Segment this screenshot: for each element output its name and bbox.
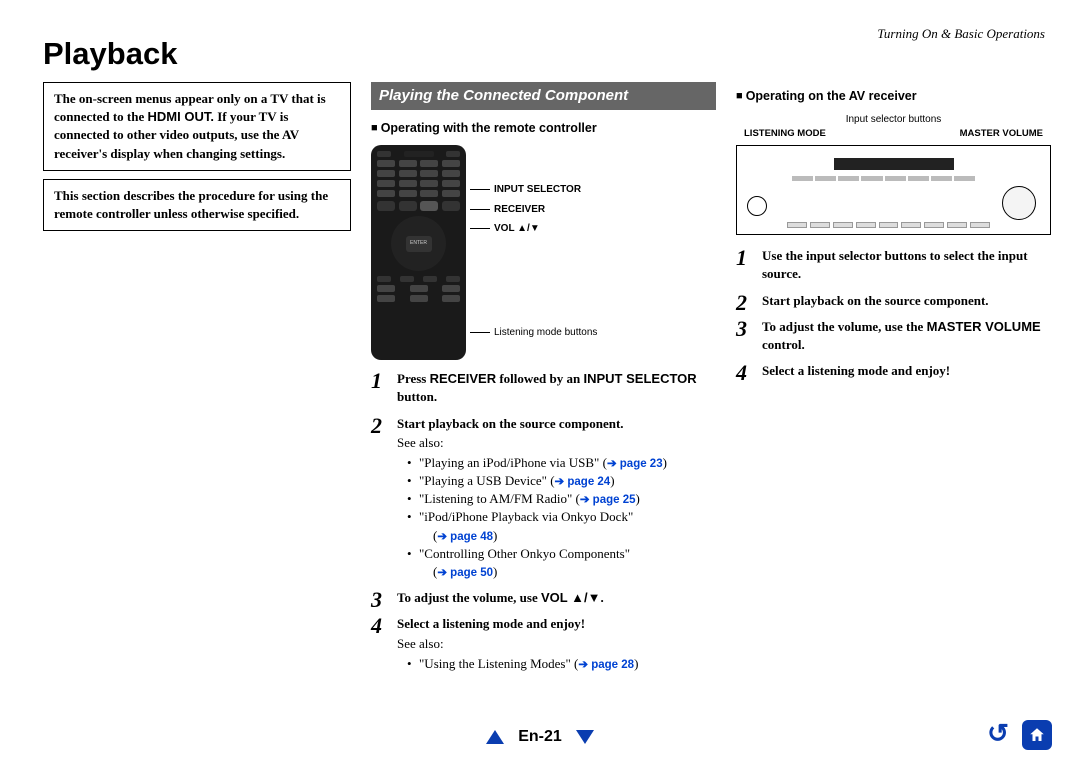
callout-listening-mode: Listening mode buttons	[476, 326, 597, 340]
step-3: To adjust the volume, use VOL ▲/▼.	[371, 589, 716, 607]
subhead-remote: Operating with the remote controller	[371, 120, 716, 137]
link-page-23[interactable]: ➔ page 23	[607, 458, 663, 470]
next-page-icon[interactable]	[576, 730, 594, 744]
subtitle-bar: Playing the Connected Component	[371, 82, 716, 110]
link-page-25[interactable]: ➔ page 25	[580, 494, 636, 506]
receiver-image	[736, 145, 1051, 235]
remote-callouts: INPUT SELECTOR RECEIVER VOL ▲/▼ Listenin…	[476, 145, 597, 339]
note2-text: This section describes the procedure for…	[54, 188, 328, 221]
subhead-receiver: Operating on the AV receiver	[736, 88, 1051, 105]
link-page-48[interactable]: ➔ page 48	[437, 531, 493, 543]
page-number: En-21	[518, 728, 562, 746]
back-icon[interactable]: ↺	[984, 720, 1012, 748]
page-footer: En-21	[0, 728, 1080, 746]
note1-hdmi: HDMI OUT.	[148, 109, 214, 124]
receiver-diagram: Input selector buttons LISTENING MODE MA…	[736, 113, 1051, 235]
rstep-2: Start playback on the source component.	[736, 292, 1051, 310]
diag-label-right: MASTER VOLUME	[960, 128, 1043, 141]
diag-label-left: LISTENING MODE	[744, 128, 826, 141]
prev-page-icon[interactable]	[486, 730, 504, 744]
rstep-1: Use the input selector buttons to select…	[736, 247, 1051, 283]
step-4: Select a listening mode and enjoy! See a…	[371, 615, 716, 673]
diag-label-top: Input selector buttons	[736, 113, 1051, 127]
section-header: Turning On & Basic Operations	[877, 26, 1045, 42]
note-box-2: This section describes the procedure for…	[43, 179, 351, 231]
remote-diagram: INPUT SELECTOR RECEIVER VOL ▲/▼ Listenin…	[371, 145, 716, 360]
rstep-3: To adjust the volume, use the MASTER VOL…	[736, 318, 1051, 354]
note-box-1: The on-screen menus appear only on a TV …	[43, 82, 351, 171]
column-remote: Playing the Connected Component Operatin…	[371, 82, 716, 681]
home-icon[interactable]	[1022, 720, 1052, 750]
steps-receiver: Use the input selector buttons to select…	[736, 247, 1051, 380]
link-page-28[interactable]: ➔ page 28	[578, 659, 634, 671]
link-page-50[interactable]: ➔ page 50	[437, 567, 493, 579]
step-1: Press RECEIVER followed by an INPUT SELE…	[371, 370, 716, 406]
callout-vol: VOL ▲/▼	[476, 222, 597, 236]
column-intro: The on-screen menus appear only on a TV …	[43, 82, 351, 681]
callout-receiver: RECEIVER	[476, 203, 597, 217]
column-receiver: Operating on the AV receiver Input selec…	[736, 82, 1051, 681]
rstep-4: Select a listening mode and enjoy!	[736, 362, 1051, 380]
callout-input-selector: INPUT SELECTOR	[476, 183, 597, 197]
step-2: Start playback on the source component. …	[371, 415, 716, 582]
link-page-24[interactable]: ➔ page 24	[555, 476, 611, 488]
remote-image	[371, 145, 466, 360]
steps-remote: Press RECEIVER followed by an INPUT SELE…	[371, 370, 716, 673]
